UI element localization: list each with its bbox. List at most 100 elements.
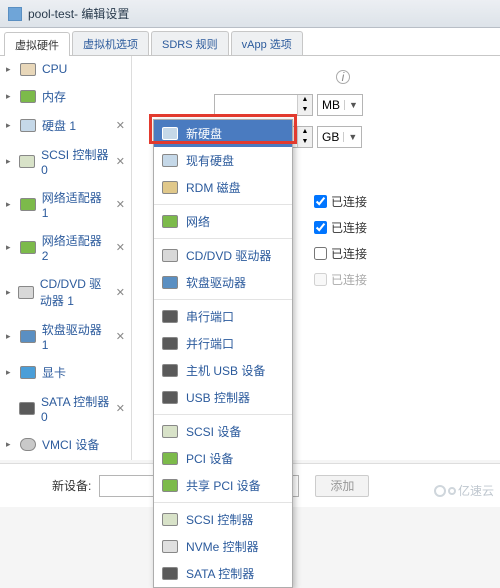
i-net-icon [20,241,36,254]
menu-item[interactable]: PCI 设备 [154,445,292,472]
expand-icon[interactable]: ▸ [6,331,14,342]
remove-icon[interactable]: ✕ [116,286,125,299]
menu-item[interactable]: SATA 控制器 [154,560,292,587]
expand-icon[interactable]: ▸ [6,242,14,253]
remove-icon[interactable]: ✕ [116,198,125,211]
menu-item[interactable]: USB 控制器 [154,384,292,411]
expand-icon[interactable]: ▸ [6,439,14,450]
watermark: 亿速云 [434,482,494,499]
menu-item[interactable]: 共享 PCI 设备 [154,472,292,499]
tabs: 虚拟硬件 虚拟机选项 SDRS 规则 vApp 选项 [0,28,500,56]
menu-item[interactable]: 主机 USB 设备 [154,357,292,384]
i-net-icon [162,215,178,228]
hw-label: 网络适配器 1 [42,189,110,220]
separator [154,414,292,415]
hardware-sidebar: ▸CPU▸内存▸硬盘 1✕▸SCSI 控制器 0✕▸网络适配器 1✕▸网络适配器… [0,56,132,460]
new-device-label: 新设备: [52,477,91,494]
menu-label: USB 控制器 [186,389,250,406]
tab-vm-options[interactable]: 虚拟机选项 [72,31,149,55]
expand-icon[interactable]: ▸ [6,91,14,102]
i-hdd-icon [20,119,36,132]
spin-up[interactable]: ▲ [298,95,312,105]
menu-label: 现有硬盘 [186,152,234,169]
connect-row-1: 已连接 [314,190,492,212]
hw-item[interactable]: ▸ CD/DVD 驱动器 1 ✕ [0,269,131,315]
remove-icon[interactable]: ✕ [116,402,125,415]
expand-icon[interactable]: ▸ [6,64,14,75]
menu-label: CD/DVD 驱动器 [186,247,271,264]
tab-virtual-hardware[interactable]: 虚拟硬件 [4,32,70,56]
menu-label: RDM 磁盘 [186,179,241,196]
menu-label: 串行端口 [186,308,234,325]
i-floppy-icon [20,330,36,343]
i-hdd-icon [162,127,178,140]
hw-item[interactable]: ▸ 网络适配器 2 ✕ [0,226,131,269]
tab-vapp-options[interactable]: vApp 选项 [231,31,303,55]
new-device-menu[interactable]: 新硬盘现有硬盘 RDM 磁盘网络 CD/DVD 驱动器软盘驱动器串行端口并行端口主机… [153,119,293,588]
expand-icon[interactable]: ▸ [6,156,13,167]
connect-checkbox[interactable] [314,247,327,260]
menu-item[interactable]: 串行端口 [154,303,292,330]
menu-item[interactable]: SCSI 控制器 [154,506,292,533]
memory-unit-select[interactable]: MB▼ [317,94,363,116]
hw-item[interactable]: ▸VMCI 设备 [0,430,131,459]
i-pci-icon [162,479,178,492]
tab-sdrs-rules[interactable]: SDRS 规则 [151,31,229,55]
i-floppy-icon [162,276,178,289]
i-serial-icon [162,310,178,323]
add-button[interactable]: 添加 [315,475,369,497]
hw-label: 网络适配器 2 [42,232,110,263]
menu-label: SCSI 控制器 [186,511,253,528]
hw-label: SCSI 控制器 0 [41,146,110,177]
hw-item[interactable]: ▸软盘驱动器 1✕ [0,315,131,358]
spin-up[interactable]: ▲ [298,127,312,137]
hw-item[interactable]: ▸ 网络适配器 1 ✕ [0,183,131,226]
remove-icon[interactable]: ✕ [116,330,125,343]
menu-label: SATA 控制器 [186,565,254,582]
hw-label: 硬盘 1 [42,117,76,134]
hw-item[interactable]: ▸CPU [0,56,131,82]
memory-field[interactable] [215,95,297,115]
menu-item[interactable]: RDM 磁盘 [154,174,292,201]
hw-item[interactable]: SATA 控制器 0 ✕ [0,387,131,430]
hw-label: SATA 控制器 0 [41,393,110,424]
hw-item[interactable]: ▸显卡 [0,358,131,387]
menu-item[interactable]: NVMe 控制器 [154,533,292,560]
menu-label: PCI 设备 [186,450,233,467]
title-suffix: - 编辑设置 [74,5,129,22]
hw-item[interactable]: ▸其他设备 [0,459,131,460]
menu-item[interactable]: 软盘驱动器 [154,269,292,296]
expand-icon[interactable]: ▸ [6,199,14,210]
remove-icon[interactable]: ✕ [116,119,125,132]
menu-item[interactable]: 新硬盘 [154,120,292,147]
menu-label: 主机 USB 设备 [186,362,265,379]
connect-checkbox[interactable] [314,195,327,208]
expand-icon[interactable]: ▸ [6,287,12,298]
hw-label: CD/DVD 驱动器 1 [40,275,110,309]
connect-row-2: 已连接 [314,216,492,238]
memory-input[interactable]: ▲▼ [214,94,313,116]
i-cd-icon [162,249,178,262]
menu-item[interactable]: 并行端口 [154,330,292,357]
remove-icon[interactable]: ✕ [116,155,125,168]
spin-down[interactable]: ▼ [298,105,312,115]
menu-label: 软盘驱动器 [186,274,246,291]
menu-item[interactable]: CD/DVD 驱动器 [154,242,292,269]
spin-down[interactable]: ▼ [298,137,312,147]
hw-item[interactable]: ▸ 内存 [0,82,131,111]
hw-item[interactable]: ▸ 硬盘 1 ✕ [0,111,131,140]
menu-item[interactable]: 网络 [154,208,292,235]
menu-item[interactable]: 现有硬盘 [154,147,292,174]
hw-label: 内存 [42,88,66,105]
disk-unit-select[interactable]: GB▼ [317,126,362,148]
expand-icon[interactable]: ▸ [6,120,14,131]
separator [154,299,292,300]
connect-checkbox[interactable] [314,221,327,234]
info-icon[interactable]: i [336,70,350,84]
i-nvme-icon [162,540,178,553]
remove-icon[interactable]: ✕ [116,241,125,254]
separator [154,502,292,503]
expand-icon[interactable]: ▸ [6,367,14,378]
hw-item[interactable]: ▸ SCSI 控制器 0 ✕ [0,140,131,183]
menu-item[interactable]: SCSI 设备 [154,418,292,445]
